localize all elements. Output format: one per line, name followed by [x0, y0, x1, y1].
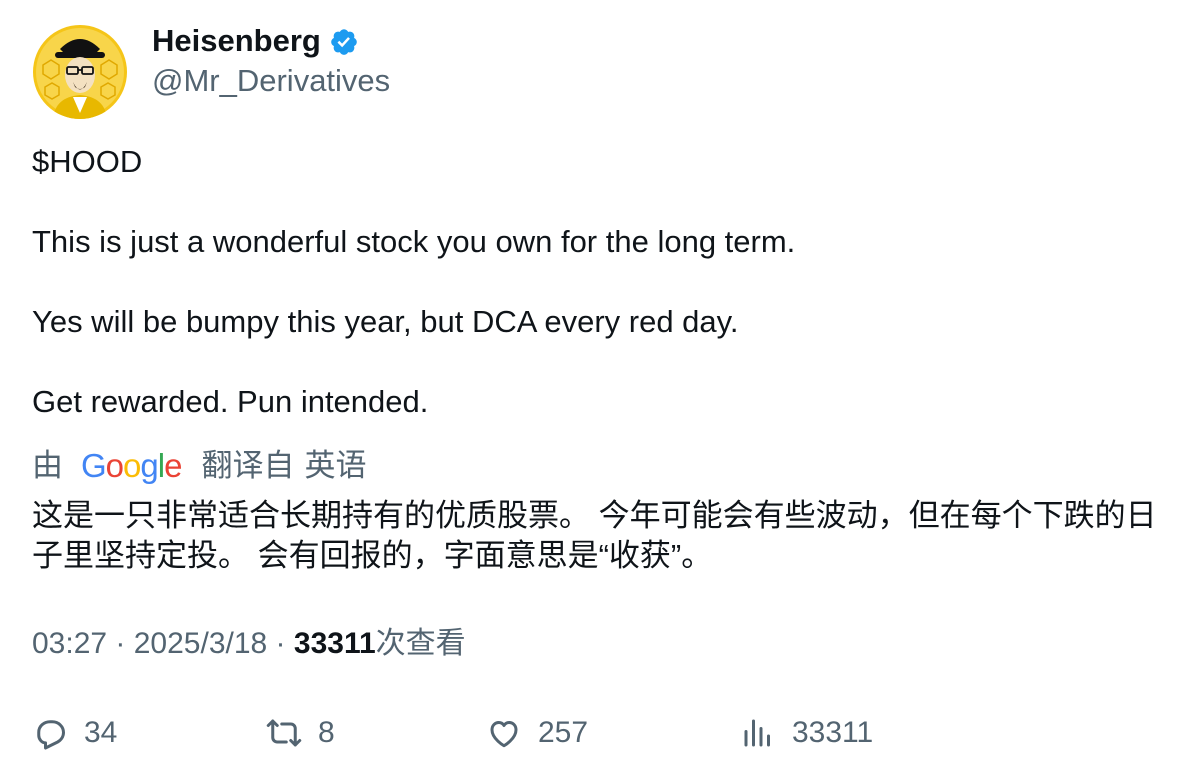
tweet-line: This is just a wonderful stock you own f… — [32, 224, 796, 259]
tweet-line: Yes will be bumpy this year, but DCA eve… — [32, 304, 739, 339]
translation-attribution: 由 Google 翻译自 英语 — [32, 446, 366, 486]
reply-button[interactable]: 34 — [32, 708, 117, 758]
like-button[interactable]: 257 — [486, 708, 588, 758]
google-logo[interactable]: Google — [81, 446, 182, 486]
tweet-line: Get rewarded. Pun intended. — [32, 384, 429, 419]
cashtag-link[interactable]: $HOOD — [32, 144, 142, 179]
translated-from-label: 翻译自 — [201, 448, 295, 483]
verified-badge-icon[interactable] — [329, 27, 359, 57]
retweet-count: 8 — [318, 716, 335, 749]
views-button[interactable]: 33311 — [740, 708, 873, 758]
views-count: 33311 — [293, 627, 376, 660]
tweet-date[interactable]: 2025/3/18 — [134, 627, 267, 660]
author-handle[interactable]: @Mr_Derivatives — [152, 62, 390, 100]
like-count: 257 — [538, 716, 589, 749]
meta-separator: · — [267, 627, 294, 660]
action-bar: 34 8 257 33311 — [32, 708, 1162, 758]
tweet-time[interactable]: 03:27 — [32, 627, 107, 660]
translated-text: 这是一只非常适合长期持有的优质股票。 今年可能会有些波动，但在每个下跌的日子里坚… — [32, 498, 1157, 573]
meta-separator: · — [107, 627, 134, 660]
analytics-icon — [744, 719, 770, 747]
heisenberg-avatar-icon — [33, 25, 127, 119]
views-label: 次查看 — [375, 627, 466, 660]
translated-by-label: 由 — [32, 448, 63, 483]
reply-icon — [37, 720, 65, 750]
heart-icon — [490, 721, 518, 748]
tweet-text: $HOOD This is just a wonderful stock you… — [32, 142, 1162, 422]
tweet-meta: 03:27 · 2025/3/18 · 33311次查看 — [32, 624, 466, 664]
retweet-icon — [266, 719, 302, 747]
reply-count: 34 — [84, 716, 118, 749]
retweet-button[interactable]: 8 — [266, 708, 335, 758]
source-language: 英语 — [304, 448, 367, 483]
avatar[interactable] — [33, 25, 127, 119]
views-action-count: 33311 — [792, 716, 874, 749]
author-display-name[interactable]: Heisenberg — [152, 22, 321, 60]
author-name-row: Heisenberg — [152, 22, 359, 60]
